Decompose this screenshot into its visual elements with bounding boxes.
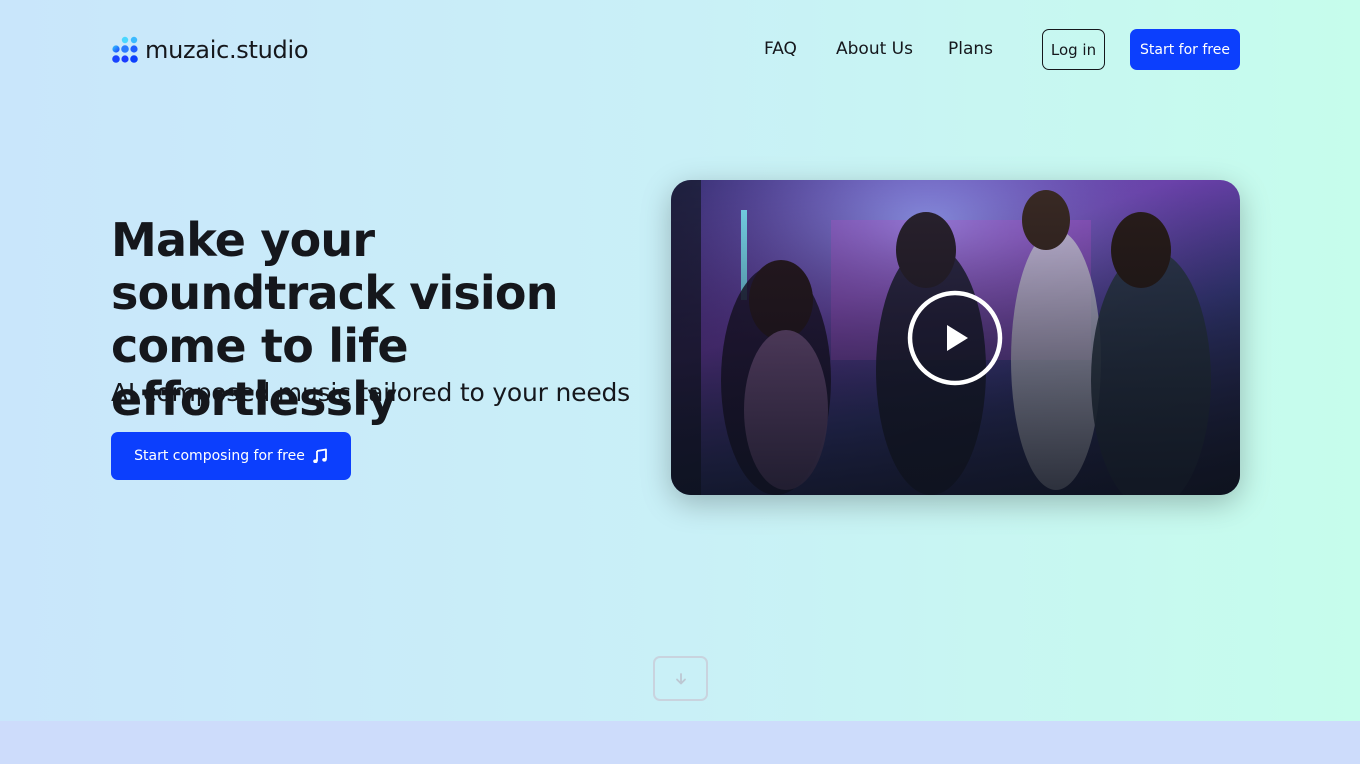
music-note-icon [313, 448, 327, 463]
arrow-down-icon [675, 672, 686, 684]
nav-link-faq[interactable]: FAQ [764, 38, 797, 60]
play-icon[interactable] [905, 288, 1005, 388]
dot-grid-logo-icon [112, 36, 138, 63]
login-button[interactable]: Log in [1042, 29, 1105, 70]
next-section-edge [0, 721, 1360, 764]
brand-logo[interactable]: muzaic.studio [111, 36, 309, 64]
start-composing-label: Start composing for free [134, 448, 305, 464]
nav-link-about-us[interactable]: About Us [836, 38, 913, 60]
start-for-free-button[interactable]: Start for free [1130, 29, 1240, 70]
brand-name: muzaic.studio [145, 36, 309, 64]
scroll-down-button[interactable] [653, 656, 708, 701]
start-composing-button[interactable]: Start composing for free [111, 432, 351, 480]
nav-link-plans[interactable]: Plans [948, 38, 993, 60]
top-navigation: muzaic.studio FAQ About Us Plans Log in … [0, 0, 1360, 100]
hero-subtitle: AI composed music tailored to your needs [111, 378, 631, 407]
hero-video[interactable] [671, 180, 1240, 495]
